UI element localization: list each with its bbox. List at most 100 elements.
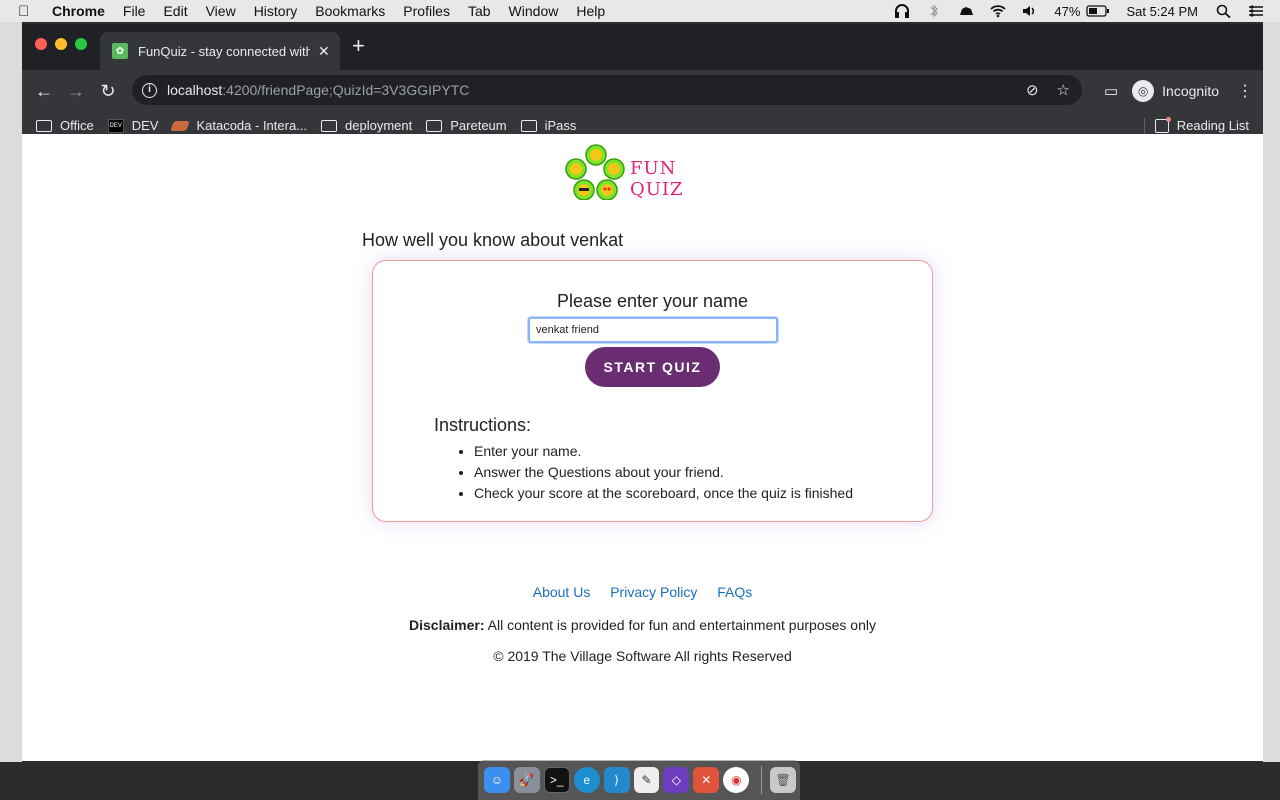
bookmark-katacoda[interactable]: Katacoda - Intera... xyxy=(170,118,307,133)
bookmark-label: Pareteum xyxy=(450,118,507,133)
incognito-icon[interactable]: ◎ xyxy=(1132,80,1155,102)
menu-tab[interactable]: Tab xyxy=(468,3,491,19)
launchpad-icon[interactable]: 🚀 xyxy=(513,767,540,793)
profile-label[interactable]: Incognito xyxy=(1162,83,1219,99)
quiz-start-card: Please enter your name START QUIZ Instru… xyxy=(372,260,933,522)
reading-list-button[interactable]: Reading List xyxy=(1154,116,1249,133)
bookmark-pareteum[interactable]: Pareteum xyxy=(426,118,507,133)
volume-icon[interactable] xyxy=(1022,4,1038,18)
apple-icon[interactable]:  xyxy=(18,3,40,20)
disclaimer-label: Disclaimer: xyxy=(409,617,485,633)
footer-links: About Us Privacy Policy FAQs xyxy=(22,584,1263,600)
terminal-icon[interactable]: >_ xyxy=(543,767,570,793)
toolbar-right: ▭ ◎ Incognito ⋮ xyxy=(1104,70,1253,112)
bookmarks-divider xyxy=(1144,118,1145,134)
forward-icon[interactable]: → xyxy=(60,81,92,102)
about-us-link[interactable]: About Us xyxy=(533,584,591,600)
desktop-background xyxy=(0,22,22,762)
start-quiz-button[interactable]: START QUIZ xyxy=(585,347,720,387)
battery-icon[interactable] xyxy=(1086,4,1110,18)
menu-profiles[interactable]: Profiles xyxy=(403,3,450,19)
spotlight-search-icon[interactable] xyxy=(1216,4,1232,18)
menu-bookmarks[interactable]: Bookmarks xyxy=(315,3,385,19)
bookmark-dev[interactable]: DEV DEV xyxy=(107,118,159,133)
instructions-list: Enter your name. Answer the Questions ab… xyxy=(474,441,853,504)
url-path: :4200/friendPage;QuizId=3V3GGIPYTC xyxy=(222,82,470,98)
visual-studio-icon[interactable]: ◇ xyxy=(663,767,690,793)
menu-file[interactable]: File xyxy=(123,3,146,19)
minimize-window-button[interactable] xyxy=(55,38,67,50)
address-bar[interactable]: i localhost:4200/friendPage;QuizId=3V3GG… xyxy=(132,75,1082,105)
name-prompt: Please enter your name xyxy=(556,291,749,311)
funquiz-favicon-icon: ✿ xyxy=(112,43,128,59)
status-area: 47% Sat 5:24 PM xyxy=(894,0,1280,22)
battery-percent: 47% xyxy=(1054,3,1081,19)
menu-help[interactable]: Help xyxy=(576,3,605,19)
tab-strip: ✿ FunQuiz - stay connected with ✕ + xyxy=(22,24,1263,70)
bluetooth-icon[interactable] xyxy=(926,4,942,18)
logo-text: FUN QUIZ xyxy=(630,158,684,200)
fun-quiz-logo[interactable]: FUN QUIZ xyxy=(564,140,734,201)
instruction-item: Enter your name. xyxy=(474,441,853,462)
katacoda-icon xyxy=(170,120,191,131)
bookmark-office[interactable]: Office xyxy=(36,118,94,133)
tab-title: FunQuiz - stay connected with xyxy=(138,43,310,59)
bookmark-label: deployment xyxy=(345,118,413,133)
site-info-icon[interactable]: i xyxy=(142,82,157,98)
bookmark-label: Office xyxy=(60,118,94,133)
folder-icon xyxy=(36,119,52,132)
new-tab-icon[interactable]: + xyxy=(352,35,365,57)
page-heading: How well you know about venkat xyxy=(362,230,624,250)
folder-icon xyxy=(520,119,537,132)
instruction-item: Check your score at the scoreboard, once… xyxy=(474,483,853,504)
trash-icon[interactable]: 🗑 xyxy=(770,767,797,793)
folder-icon xyxy=(426,119,443,132)
postman-icon[interactable]: ✎ xyxy=(633,767,660,793)
emoji-flower-icon xyxy=(565,144,625,201)
browser-toolbar: ← → ↻ i localhost:4200/friendPage;QuizId… xyxy=(22,70,1263,112)
disclaimer: Disclaimer: All content is provided for … xyxy=(22,617,1263,633)
control-center-icon[interactable] xyxy=(1248,4,1264,18)
cloud-icon[interactable] xyxy=(958,4,974,18)
bookmark-star-icon[interactable]: ☆ xyxy=(1057,81,1070,99)
vscode-icon[interactable]: ⟩ xyxy=(603,767,630,793)
name-input[interactable] xyxy=(528,317,778,343)
web-page: FUN QUIZ How well you know about venkat … xyxy=(22,134,1263,761)
eye-off-icon[interactable]: ⊘ xyxy=(1026,81,1039,99)
wifi-icon[interactable] xyxy=(990,4,1007,18)
privacy-policy-link[interactable]: Privacy Policy xyxy=(610,584,697,600)
bookmark-deployment[interactable]: deployment xyxy=(321,118,412,133)
menu-window[interactable]: Window xyxy=(509,3,559,19)
more-menu-icon[interactable]: ⋮ xyxy=(1237,81,1253,101)
remote-desktop-icon[interactable]: ✕ xyxy=(693,767,720,793)
close-window-button[interactable] xyxy=(35,38,47,50)
menu-app-name[interactable]: Chrome xyxy=(52,3,105,19)
instruction-item: Answer the Questions about your friend. xyxy=(474,462,853,483)
dev-icon: DEV xyxy=(107,118,124,133)
macos-dock: ☺ 🚀 >_ e ⟩ ✎ ◇ ✕ ◉ 🗑 xyxy=(478,760,800,800)
menu-history[interactable]: History xyxy=(254,3,298,19)
dock-separator xyxy=(761,766,763,794)
disclaimer-text: All content is provided for fun and ente… xyxy=(484,617,876,633)
back-icon[interactable]: ← xyxy=(28,81,60,102)
finder-icon[interactable]: ☺ xyxy=(484,767,510,793)
menu-view[interactable]: View xyxy=(206,3,236,19)
reload-icon[interactable]: ↻ xyxy=(92,81,124,102)
close-tab-icon[interactable]: ✕ xyxy=(318,43,330,60)
macos-menu-bar:  Chrome File Edit View History Bookmark… xyxy=(0,0,1280,22)
faqs-link[interactable]: FAQs xyxy=(717,584,752,600)
bookmark-label: iPass xyxy=(544,118,577,133)
bookmark-label: DEV xyxy=(131,118,159,133)
instructions-title: Instructions: xyxy=(434,415,532,435)
edge-icon[interactable]: e xyxy=(573,767,600,793)
tab-funquiz[interactable]: ✿ FunQuiz - stay connected with ✕ xyxy=(100,32,340,70)
bookmark-ipass[interactable]: iPass xyxy=(520,118,577,133)
zoom-window-button[interactable] xyxy=(75,38,87,50)
cast-icon[interactable]: ▭ xyxy=(1104,82,1118,100)
chrome-icon[interactable]: ◉ xyxy=(723,767,750,793)
desktop-background-right xyxy=(1263,22,1280,762)
url-host: localhost xyxy=(167,82,223,98)
headphones-icon[interactable] xyxy=(894,4,910,18)
menu-edit[interactable]: Edit xyxy=(163,3,187,19)
clock[interactable]: Sat 5:24 PM xyxy=(1126,4,1198,19)
